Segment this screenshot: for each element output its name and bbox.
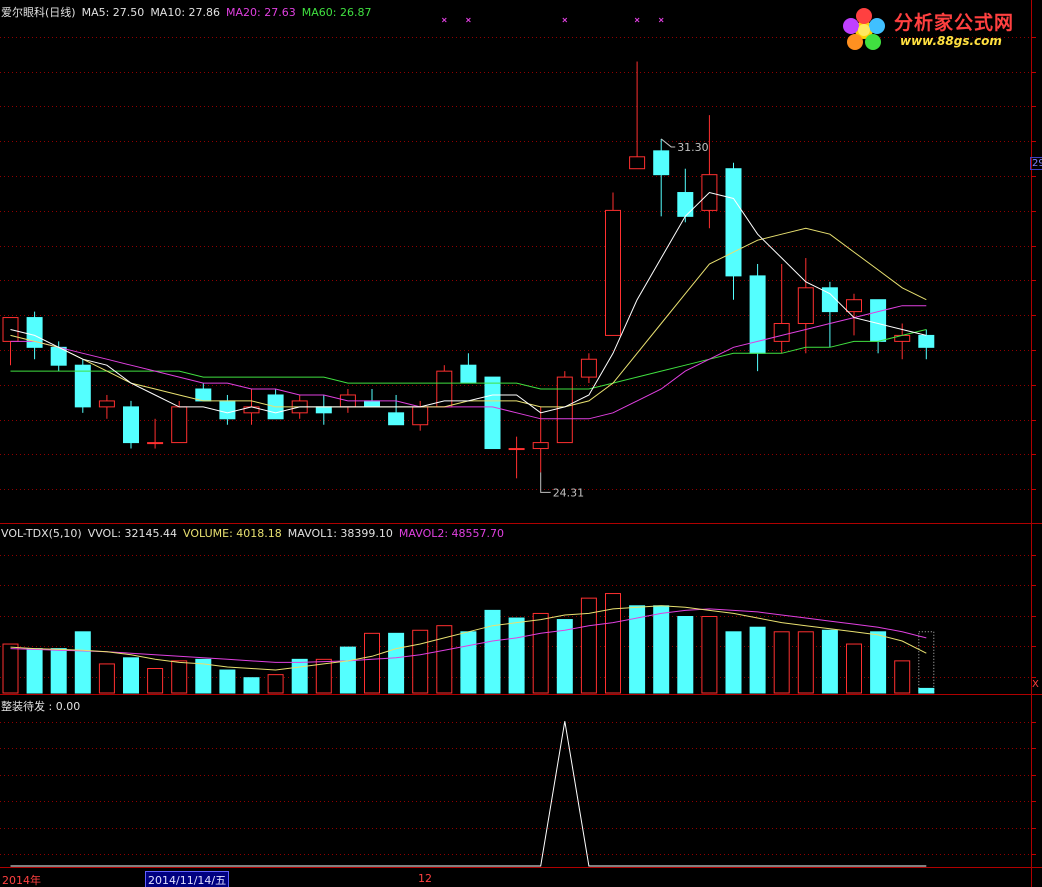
indicator-title: 整装待发 : 0.00 <box>1 700 81 713</box>
vvol-label: VVOL: 32145.44 <box>87 527 178 540</box>
volume-bar-up <box>436 625 453 694</box>
vol-indicator-title: VOL-TDX(5,10) <box>1 527 82 540</box>
candle-up <box>532 442 549 450</box>
candle-down <box>918 334 935 348</box>
candle-up <box>797 287 814 325</box>
volume-bar-up <box>532 612 549 694</box>
volume-bar-down <box>725 631 742 694</box>
volume-bar-down <box>123 657 139 694</box>
volume-bar-down <box>26 648 43 694</box>
volume-bar-down <box>508 617 525 694</box>
kline-chart-window[interactable]: { "header": { "title": "爱尔眼科(日线)", "ma5_… <box>0 0 1042 887</box>
candle-up <box>508 448 525 451</box>
candle-down <box>653 150 670 176</box>
x-axis-label-year: 2014年 <box>2 874 41 887</box>
price-panel-header: 爱尔眼科(日线) MA5: 27.50 MA10: 27.86 MA20: 27.63… <box>1 4 377 20</box>
price-axis-marker: 29 <box>1030 157 1042 170</box>
stock-title: 爱尔眼科(日线) <box>1 6 76 19</box>
candle-down <box>123 406 139 444</box>
low-price-label: 24.31 <box>553 486 585 499</box>
volume-bar-down <box>339 646 356 694</box>
indicator-panel-header: 整装待发 : 0.00 <box>1 698 86 714</box>
volume-bar-down <box>677 616 694 694</box>
volume-bar-down <box>918 687 935 694</box>
candle-up <box>580 358 597 378</box>
candle-down <box>677 192 694 217</box>
volume-bar-up <box>412 629 429 694</box>
candle-up <box>98 400 115 408</box>
volume-bar-up <box>147 668 164 694</box>
candle-down <box>870 299 887 342</box>
volume-panel-header: VOL-TDX(5,10) VVOL: 32145.44 VOLUME: 4018.… <box>1 527 510 540</box>
candle-down <box>364 400 380 408</box>
mavol1-label: MAVOL1: 38399.10 <box>287 527 393 540</box>
volume-bar-up <box>2 643 19 694</box>
volume-bar-down <box>388 632 405 694</box>
candle-up <box>556 376 573 444</box>
volume-bar-up <box>98 663 115 694</box>
volume-bar-up <box>267 674 284 694</box>
volume-bar-down <box>50 648 67 694</box>
volume-bar-up <box>773 631 790 694</box>
flower-logo-icon <box>843 8 885 50</box>
volume-bar-up <box>846 643 862 694</box>
volume-bar-down <box>484 609 501 694</box>
volume-bar-projected <box>918 631 935 694</box>
candle-up <box>605 209 621 336</box>
candle-up <box>412 406 429 426</box>
volume-bar-down <box>653 605 670 694</box>
mavol2-label: MAVOL2: 48557.70 <box>398 527 505 540</box>
volume-bar-down <box>460 631 477 694</box>
ma5-label: MA5: 27.50 <box>81 6 145 19</box>
candle-up <box>436 370 453 408</box>
ma10-label: MA10: 27.86 <box>150 6 221 19</box>
candle-up <box>147 442 164 445</box>
candle-down <box>315 406 332 414</box>
ma20-label: MA20: 27.63 <box>226 6 296 19</box>
volume-bar-down <box>821 629 838 694</box>
low-pointer <box>540 472 551 493</box>
high-pointer <box>660 138 676 148</box>
candle-up <box>846 299 862 313</box>
volume-bar-down <box>74 631 91 694</box>
volume-bar-up <box>171 660 188 694</box>
candle-down <box>388 412 405 426</box>
indicator-line <box>10 721 927 867</box>
candle-up <box>171 406 188 444</box>
chart-canvas: 31.30 24.31 <box>0 0 1042 887</box>
volume-bar-up <box>364 632 380 694</box>
x-axis-label-month: 12 <box>418 872 432 885</box>
logo-text-cn: 分析家公式网 <box>894 12 1015 34</box>
volume-bar-up <box>894 660 911 694</box>
volume-label: VOLUME: 4018.18 <box>183 527 282 540</box>
candle-down <box>219 400 236 420</box>
volume-bar-down <box>291 658 308 694</box>
x-axis-label-cursor-date[interactable]: 2014/11/14/五 <box>145 871 230 887</box>
candle-down <box>725 168 742 277</box>
logo-text-url: www.88gs.com <box>900 34 1002 48</box>
candle-up <box>629 156 646 170</box>
volume-bar-down <box>749 626 766 694</box>
candle-up <box>2 317 19 342</box>
candle-down <box>484 376 501 450</box>
volume-bar-up <box>701 616 718 694</box>
volume-bar-down <box>870 631 887 694</box>
volume-bar-down <box>219 669 236 694</box>
candle-down <box>460 364 477 384</box>
volume-bar-down <box>243 677 260 694</box>
volume-axis-marker: X <box>1032 679 1039 690</box>
high-price-label: 31.30 <box>677 141 709 154</box>
site-logo: 分析家公式网 www.88gs.com <box>836 4 1036 54</box>
candle-up <box>773 323 790 342</box>
ma60-label: MA60: 26.87 <box>301 6 372 19</box>
volume-bar-up <box>797 631 814 694</box>
